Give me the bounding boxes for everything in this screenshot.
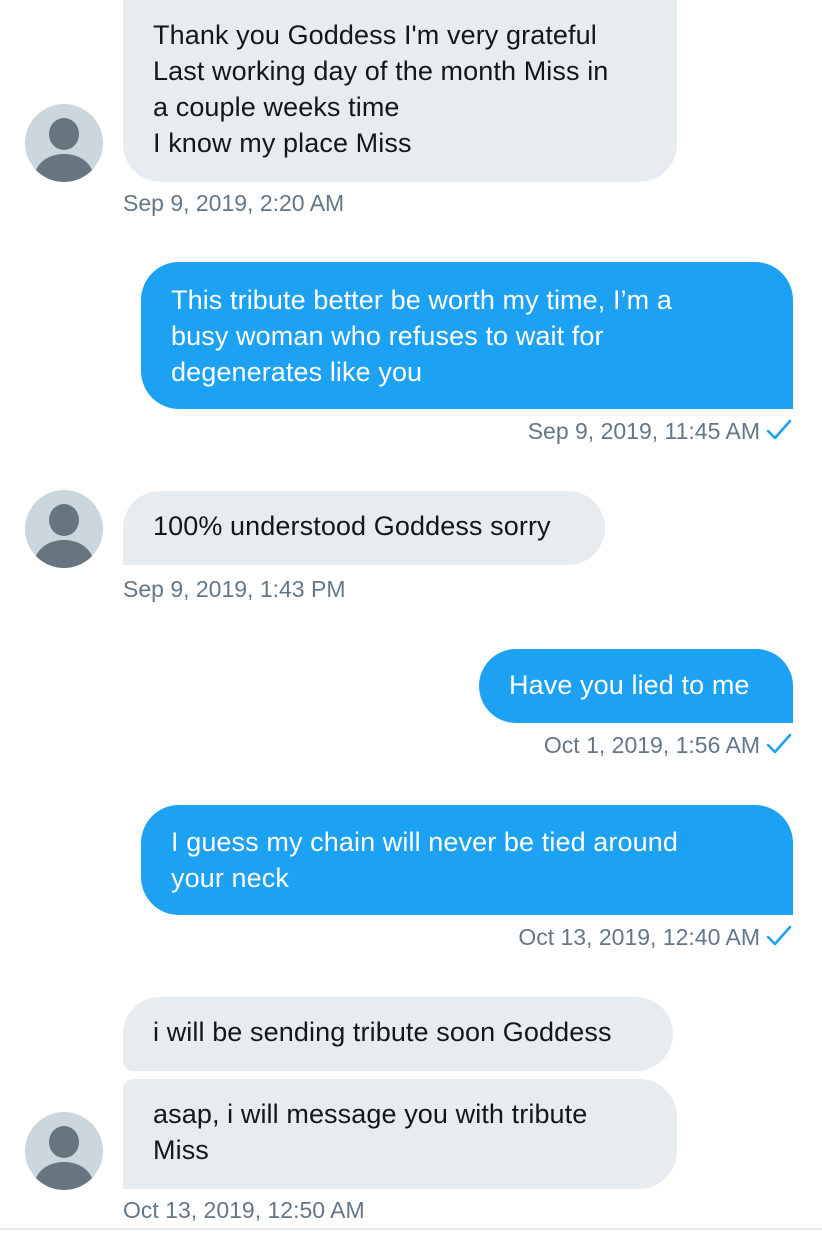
- message-text: Have you lied to me: [509, 670, 750, 700]
- check-icon: [766, 419, 792, 447]
- message-timestamp: Sep 9, 2019, 11:45 AM: [528, 418, 792, 447]
- message-thread: Thank you Goddess I'm very grateful Last…: [0, 0, 822, 1233]
- message-text: Thank you Goddess I'm very grateful Last…: [153, 20, 609, 158]
- message-text: I guess my chain will never be tied arou…: [171, 827, 678, 893]
- message-timestamp: Sep 9, 2019, 2:20 AM: [123, 190, 345, 216]
- check-icon: [766, 733, 792, 761]
- message-timestamp: Sep 9, 2019, 1:43 PM: [123, 576, 346, 602]
- message-timestamp: Oct 13, 2019, 12:50 AM: [123, 1197, 365, 1223]
- message-text: This tribute better be worth my time, I’…: [171, 285, 672, 387]
- received-message-bubble[interactable]: Thank you Goddess I'm very grateful Last…: [123, 0, 677, 182]
- sender-avatar[interactable]: [25, 490, 103, 568]
- sent-message-bubble[interactable]: I guess my chain will never be tied arou…: [141, 805, 793, 915]
- sent-message-bubble[interactable]: Have you lied to me: [479, 649, 793, 723]
- sent-message-bubble[interactable]: This tribute better be worth my time, I’…: [141, 262, 793, 409]
- message-text: asap, i will message you with tribute Mi…: [153, 1099, 588, 1165]
- sender-avatar[interactable]: [25, 1112, 103, 1190]
- message-text: i will be sending tribute soon Goddess: [153, 1017, 612, 1047]
- check-icon: [766, 925, 792, 953]
- received-message-bubble[interactable]: 100% understood Goddess sorry: [123, 491, 605, 565]
- sender-avatar[interactable]: [25, 104, 103, 182]
- message-timestamp: Oct 13, 2019, 12:40 AM: [518, 924, 792, 953]
- divider: [0, 1228, 822, 1230]
- message-timestamp: Oct 1, 2019, 1:56 AM: [544, 732, 792, 761]
- received-message-bubble[interactable]: i will be sending tribute soon Goddess: [123, 997, 673, 1071]
- message-text: 100% understood Goddess sorry: [153, 511, 551, 541]
- received-message-bubble[interactable]: asap, i will message you with tribute Mi…: [123, 1079, 677, 1189]
